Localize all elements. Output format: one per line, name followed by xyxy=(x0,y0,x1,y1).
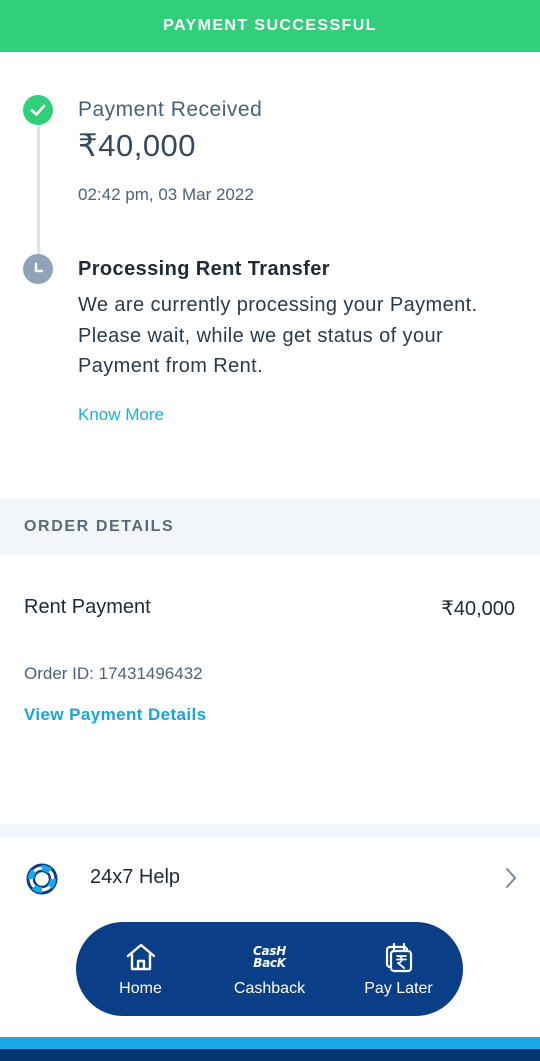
bottom-accent-bar xyxy=(0,1037,540,1049)
nav-pay-later[interactable]: Pay Later xyxy=(341,929,456,1009)
calendar-rupee-icon xyxy=(382,940,416,974)
order-details-header: ORDER DETAILS xyxy=(0,499,540,555)
view-payment-details-link[interactable]: View Payment Details xyxy=(24,705,207,725)
bottom-navigation: Home CasH BacK Cashback Pay Later xyxy=(76,922,463,1016)
chevron-right-icon xyxy=(506,868,516,888)
order-item-label: Rent Payment xyxy=(24,596,151,618)
processing-title: Processing Rent Transfer xyxy=(78,258,330,280)
order-item-amount: ₹40,000 xyxy=(441,598,515,620)
cashback-icon: CasH BacK xyxy=(253,940,287,974)
lifebuoy-icon xyxy=(26,863,58,895)
know-more-link[interactable]: Know More xyxy=(78,405,164,425)
nav-pay-later-label: Pay Later xyxy=(364,980,433,997)
check-icon xyxy=(23,95,53,125)
payment-status-banner: PAYMENT SUCCESSFUL xyxy=(0,0,540,52)
timeline-connector xyxy=(37,120,40,270)
processing-description: We are currently processing your Payment… xyxy=(78,294,478,377)
cashback-glyph: CasH BacK xyxy=(253,944,286,970)
order-id: Order ID: 17431496432 xyxy=(24,664,203,683)
nav-home[interactable]: Home xyxy=(83,929,198,1009)
payment-timestamp: 02:42 pm, 03 Mar 2022 xyxy=(78,185,254,204)
section-divider xyxy=(0,824,540,838)
order-details-title: ORDER DETAILS xyxy=(24,518,175,535)
help-row[interactable]: 24x7 Help xyxy=(0,838,540,918)
nav-cashback-label: Cashback xyxy=(233,980,306,997)
nav-home-label: Home xyxy=(119,980,162,997)
help-label: 24x7 Help xyxy=(90,866,181,888)
home-icon xyxy=(124,940,158,974)
payment-received-title: Payment Received xyxy=(78,98,263,121)
banner-title: PAYMENT SUCCESSFUL xyxy=(163,17,377,34)
payment-amount: ₹40,000 xyxy=(78,128,197,163)
nav-cashback[interactable]: CasH BacK Cashback xyxy=(212,929,327,1009)
clock-icon xyxy=(23,254,53,284)
